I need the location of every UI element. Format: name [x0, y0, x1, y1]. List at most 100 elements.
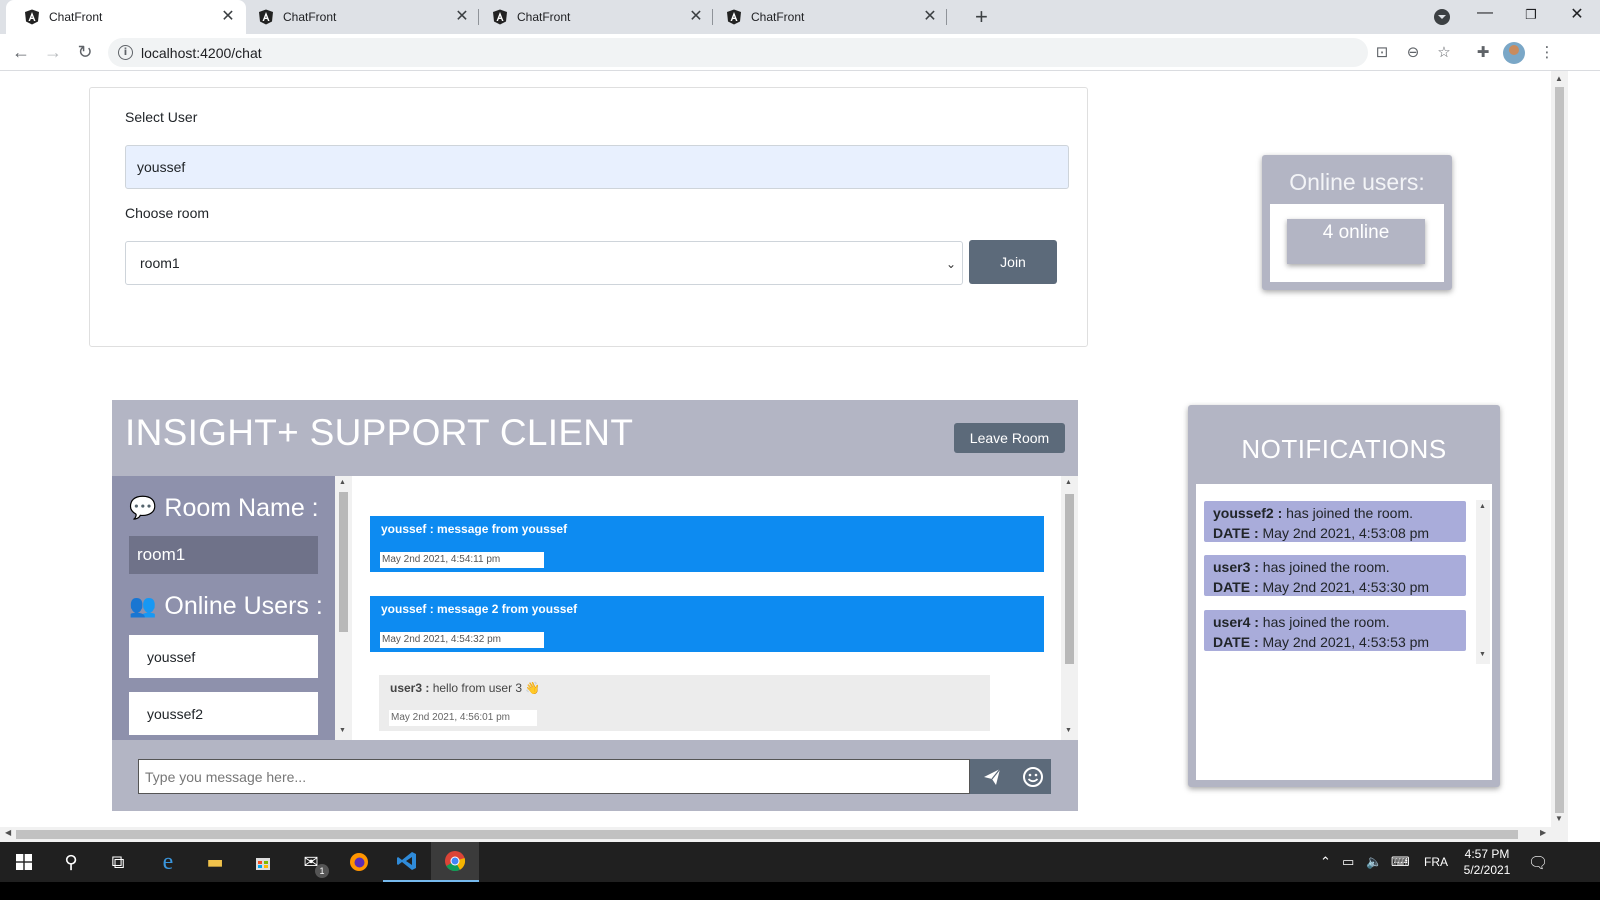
scroll-thumb[interactable]	[1065, 494, 1074, 664]
messages-scrollbar[interactable]: ▲ ▼	[1061, 476, 1078, 740]
notification-date: May 2nd 2021, 4:53:08 pm	[1258, 525, 1430, 541]
angular-icon	[24, 9, 40, 25]
online-count: 4 online	[1287, 219, 1425, 264]
close-icon[interactable]: ✕	[688, 9, 704, 25]
windows-logo-icon	[16, 854, 32, 870]
scroll-up-icon[interactable]: ▲	[1065, 479, 1072, 486]
scroll-down-icon[interactable]: ▼	[339, 727, 346, 734]
notification-date-label: DATE :	[1213, 634, 1259, 650]
extensions-icon[interactable]: ✚	[1474, 43, 1492, 61]
new-tab-button[interactable]: +	[975, 6, 988, 28]
notification-text: has joined the room.	[1258, 559, 1390, 575]
url-field[interactable]: i localhost:4200/chat	[108, 38, 1368, 67]
scroll-thumb[interactable]	[16, 830, 1518, 839]
message-date: May 2nd 2021, 4:54:11 pm	[380, 552, 544, 568]
task-view-icon[interactable]: ⧉	[94, 842, 142, 882]
address-bar: ← → ↻ i localhost:4200/chat ⊡ ⊖ ☆ ✚ ⋮	[0, 34, 1600, 71]
tab-title: ChatFront	[751, 10, 805, 24]
close-icon[interactable]: ✕	[922, 9, 938, 25]
scroll-left-icon[interactable]: ◀	[5, 828, 11, 837]
minimize-icon[interactable]: —	[1470, 4, 1500, 22]
online-users-heading-text: Online Users :	[164, 592, 323, 620]
online-users-widget: Online users: 4 online	[1262, 155, 1452, 290]
user-input[interactable]: youssef	[125, 145, 1069, 189]
browser-tab[interactable]: ChatFront ✕	[240, 0, 480, 34]
scroll-thumb[interactable]	[339, 492, 348, 632]
network-icon[interactable]: ▭	[1342, 842, 1354, 882]
chat-heading: INSIGHT+ SUPPORT CLIENT	[125, 412, 634, 453]
close-window-icon[interactable]: ✕	[1562, 4, 1592, 24]
notification-date-label: DATE :	[1213, 525, 1259, 541]
browser-tab[interactable]: ChatFront ✕	[6, 0, 246, 34]
scroll-down-icon[interactable]: ▼	[1555, 814, 1563, 823]
forward-icon[interactable]: →	[41, 40, 65, 64]
vscode-icon[interactable]	[383, 842, 431, 882]
info-icon[interactable]: i	[118, 45, 133, 60]
chat-panel: INSIGHT+ SUPPORT CLIENT Leave Room 💬 Roo…	[112, 400, 1078, 811]
zoom-icon[interactable]: ⊖	[1404, 43, 1422, 61]
firefox-icon[interactable]	[335, 842, 383, 882]
room-name-value: room1	[129, 536, 318, 574]
scroll-up-icon[interactable]: ▲	[339, 479, 346, 486]
message-text: message 2 from youssef	[437, 602, 578, 616]
clock[interactable]: 4:57 PM 5/2/2021	[1452, 846, 1522, 878]
reload-icon[interactable]: ↻	[73, 40, 97, 64]
scroll-down-icon[interactable]: ▼	[1479, 651, 1486, 658]
sidebar-scrollbar[interactable]: ▲ ▼	[335, 476, 352, 740]
page-horizontal-scrollbar[interactable]: ◀ ▶	[0, 827, 1568, 842]
message-bubble: youssef : message 2 from youssef May 2nd…	[370, 596, 1044, 652]
clock-date: 5/2/2021	[1463, 863, 1511, 877]
browser-tab[interactable]: ChatFront ✕	[708, 0, 948, 34]
emoji-button[interactable]	[1014, 759, 1051, 794]
edge-icon[interactable]: e	[144, 842, 192, 882]
translate-icon[interactable]: ⊡	[1373, 43, 1391, 61]
scroll-thumb[interactable]	[1555, 87, 1564, 813]
store-icon[interactable]	[239, 842, 287, 882]
scroll-right-icon[interactable]: ▶	[1540, 828, 1546, 837]
room-select[interactable]: room1 ⌄	[125, 241, 963, 285]
online-user-item: youssef	[129, 635, 318, 678]
scroll-up-icon[interactable]: ▲	[1479, 503, 1486, 510]
message-text: message from youssef	[437, 522, 568, 536]
url-text: localhost:4200/chat	[141, 44, 262, 61]
menu-icon[interactable]: ⋮	[1538, 43, 1556, 61]
tab-search-icon[interactable]	[1434, 9, 1450, 25]
message-separator: :	[426, 522, 438, 536]
file-explorer-icon[interactable]: ▬	[191, 842, 239, 882]
action-center-icon[interactable]: 🗨	[1528, 842, 1548, 882]
comments-icon: 💬	[129, 496, 157, 521]
messages-area: youssef : message from youssef May 2nd 2…	[352, 476, 1061, 740]
keyboard-icon[interactable]: ⌨	[1391, 842, 1410, 882]
message-line: youssef : message from youssef	[381, 522, 567, 536]
profile-avatar[interactable]	[1503, 42, 1525, 64]
notification-item: user4 : has joined the room. DATE : May …	[1204, 610, 1466, 651]
restore-icon[interactable]: ❐	[1516, 7, 1546, 23]
back-icon[interactable]: ←	[9, 40, 33, 64]
close-icon[interactable]: ✕	[454, 9, 470, 25]
users-icon: 👥	[129, 594, 157, 619]
close-icon[interactable]: ✕	[220, 9, 236, 25]
notification-text: has joined the room.	[1282, 505, 1413, 521]
scroll-down-icon[interactable]: ▼	[1065, 727, 1072, 734]
volume-icon[interactable]: 🔈	[1366, 842, 1382, 882]
room-select-value: room1	[140, 255, 180, 271]
message-author: user3	[390, 681, 423, 695]
message-input[interactable]: Type you message here...	[138, 759, 970, 794]
join-button[interactable]: Join	[969, 240, 1057, 284]
tray-chevron-icon[interactable]: ⌃	[1320, 842, 1331, 882]
browser-tab[interactable]: ChatFront ✕	[474, 0, 714, 34]
message-composer: Type you message here...	[138, 759, 1051, 794]
mail-icon[interactable]: ✉ 1	[287, 842, 335, 882]
notifications-scrollbar[interactable]: ▲ ▼	[1476, 500, 1490, 664]
search-icon[interactable]: ⚲	[47, 842, 95, 882]
chrome-icon[interactable]	[431, 842, 479, 882]
scroll-up-icon[interactable]: ▲	[1555, 74, 1563, 83]
start-button[interactable]	[0, 842, 48, 882]
leave-room-button[interactable]: Leave Room	[954, 423, 1065, 453]
page-vertical-scrollbar[interactable]: ▲ ▼	[1551, 71, 1568, 827]
bookmark-star-icon[interactable]: ☆	[1435, 43, 1453, 61]
angular-icon	[492, 9, 508, 25]
notification-user: youssef2 :	[1213, 505, 1283, 521]
language-indicator[interactable]: FRA	[1424, 842, 1448, 882]
send-button[interactable]	[970, 759, 1014, 794]
